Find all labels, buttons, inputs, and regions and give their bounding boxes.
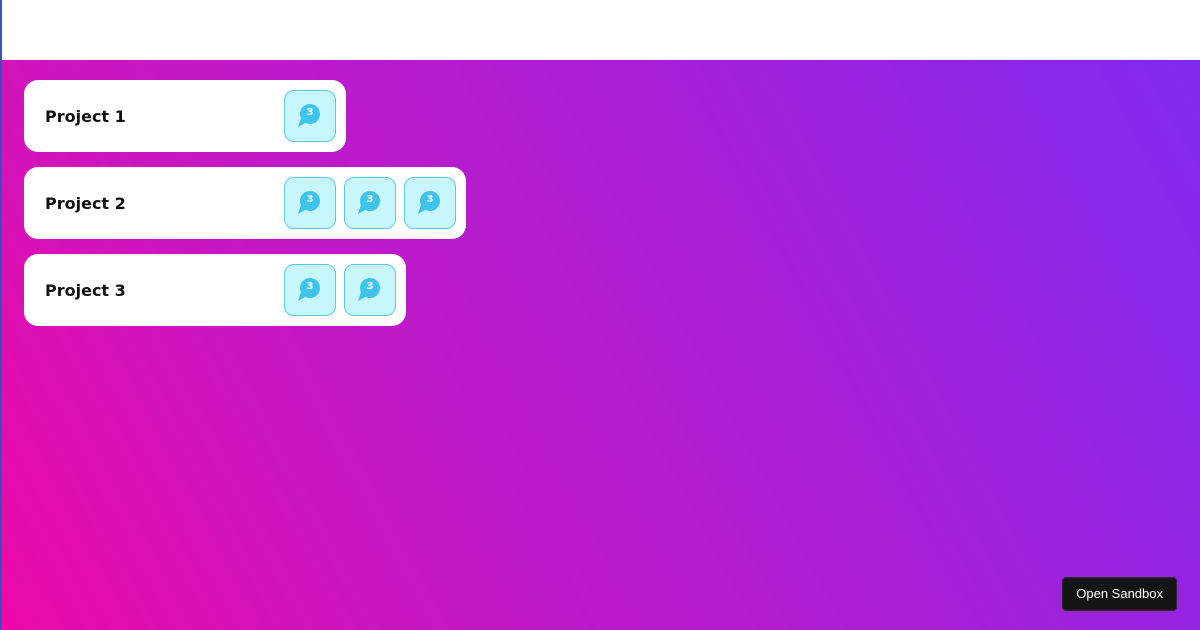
project-card-3: Project 3 3 3 <box>24 254 406 326</box>
project-title: Project 1 <box>45 106 126 126</box>
project-card-1: Project 1 3 <box>24 80 346 152</box>
project-title: Project 3 <box>45 280 126 300</box>
chat-bubble-icon: 3 <box>297 103 323 129</box>
comment-chip[interactable]: 3 <box>284 264 336 316</box>
comment-count: 3 <box>306 107 314 118</box>
project-card-2: Project 2 3 3 3 <box>24 167 466 239</box>
comment-count: 3 <box>306 194 314 205</box>
chat-bubble-icon: 3 <box>297 190 323 216</box>
comment-count: 3 <box>366 281 374 292</box>
comment-chip[interactable]: 3 <box>404 177 456 229</box>
chip-group: 3 3 <box>284 264 396 316</box>
comment-count: 3 <box>426 194 434 205</box>
comment-count: 3 <box>366 194 374 205</box>
comment-chip[interactable]: 3 <box>344 177 396 229</box>
comment-chip[interactable]: 3 <box>284 90 336 142</box>
chat-bubble-icon: 3 <box>357 190 383 216</box>
comment-chip[interactable]: 3 <box>344 264 396 316</box>
open-sandbox-button[interactable]: Open Sandbox <box>1062 577 1177 611</box>
top-bar <box>0 0 1200 60</box>
chip-group: 3 <box>284 90 336 142</box>
chip-group: 3 3 3 <box>284 177 456 229</box>
preview-canvas: Project 1 3 Project 2 3 3 3 Project 3 3 … <box>0 60 1200 630</box>
chat-bubble-icon: 3 <box>297 277 323 303</box>
project-list: Project 1 3 Project 2 3 3 3 Project 3 3 … <box>24 80 466 341</box>
chat-bubble-icon: 3 <box>357 277 383 303</box>
comment-chip[interactable]: 3 <box>284 177 336 229</box>
comment-count: 3 <box>306 281 314 292</box>
project-title: Project 2 <box>45 193 126 213</box>
chat-bubble-icon: 3 <box>417 190 443 216</box>
